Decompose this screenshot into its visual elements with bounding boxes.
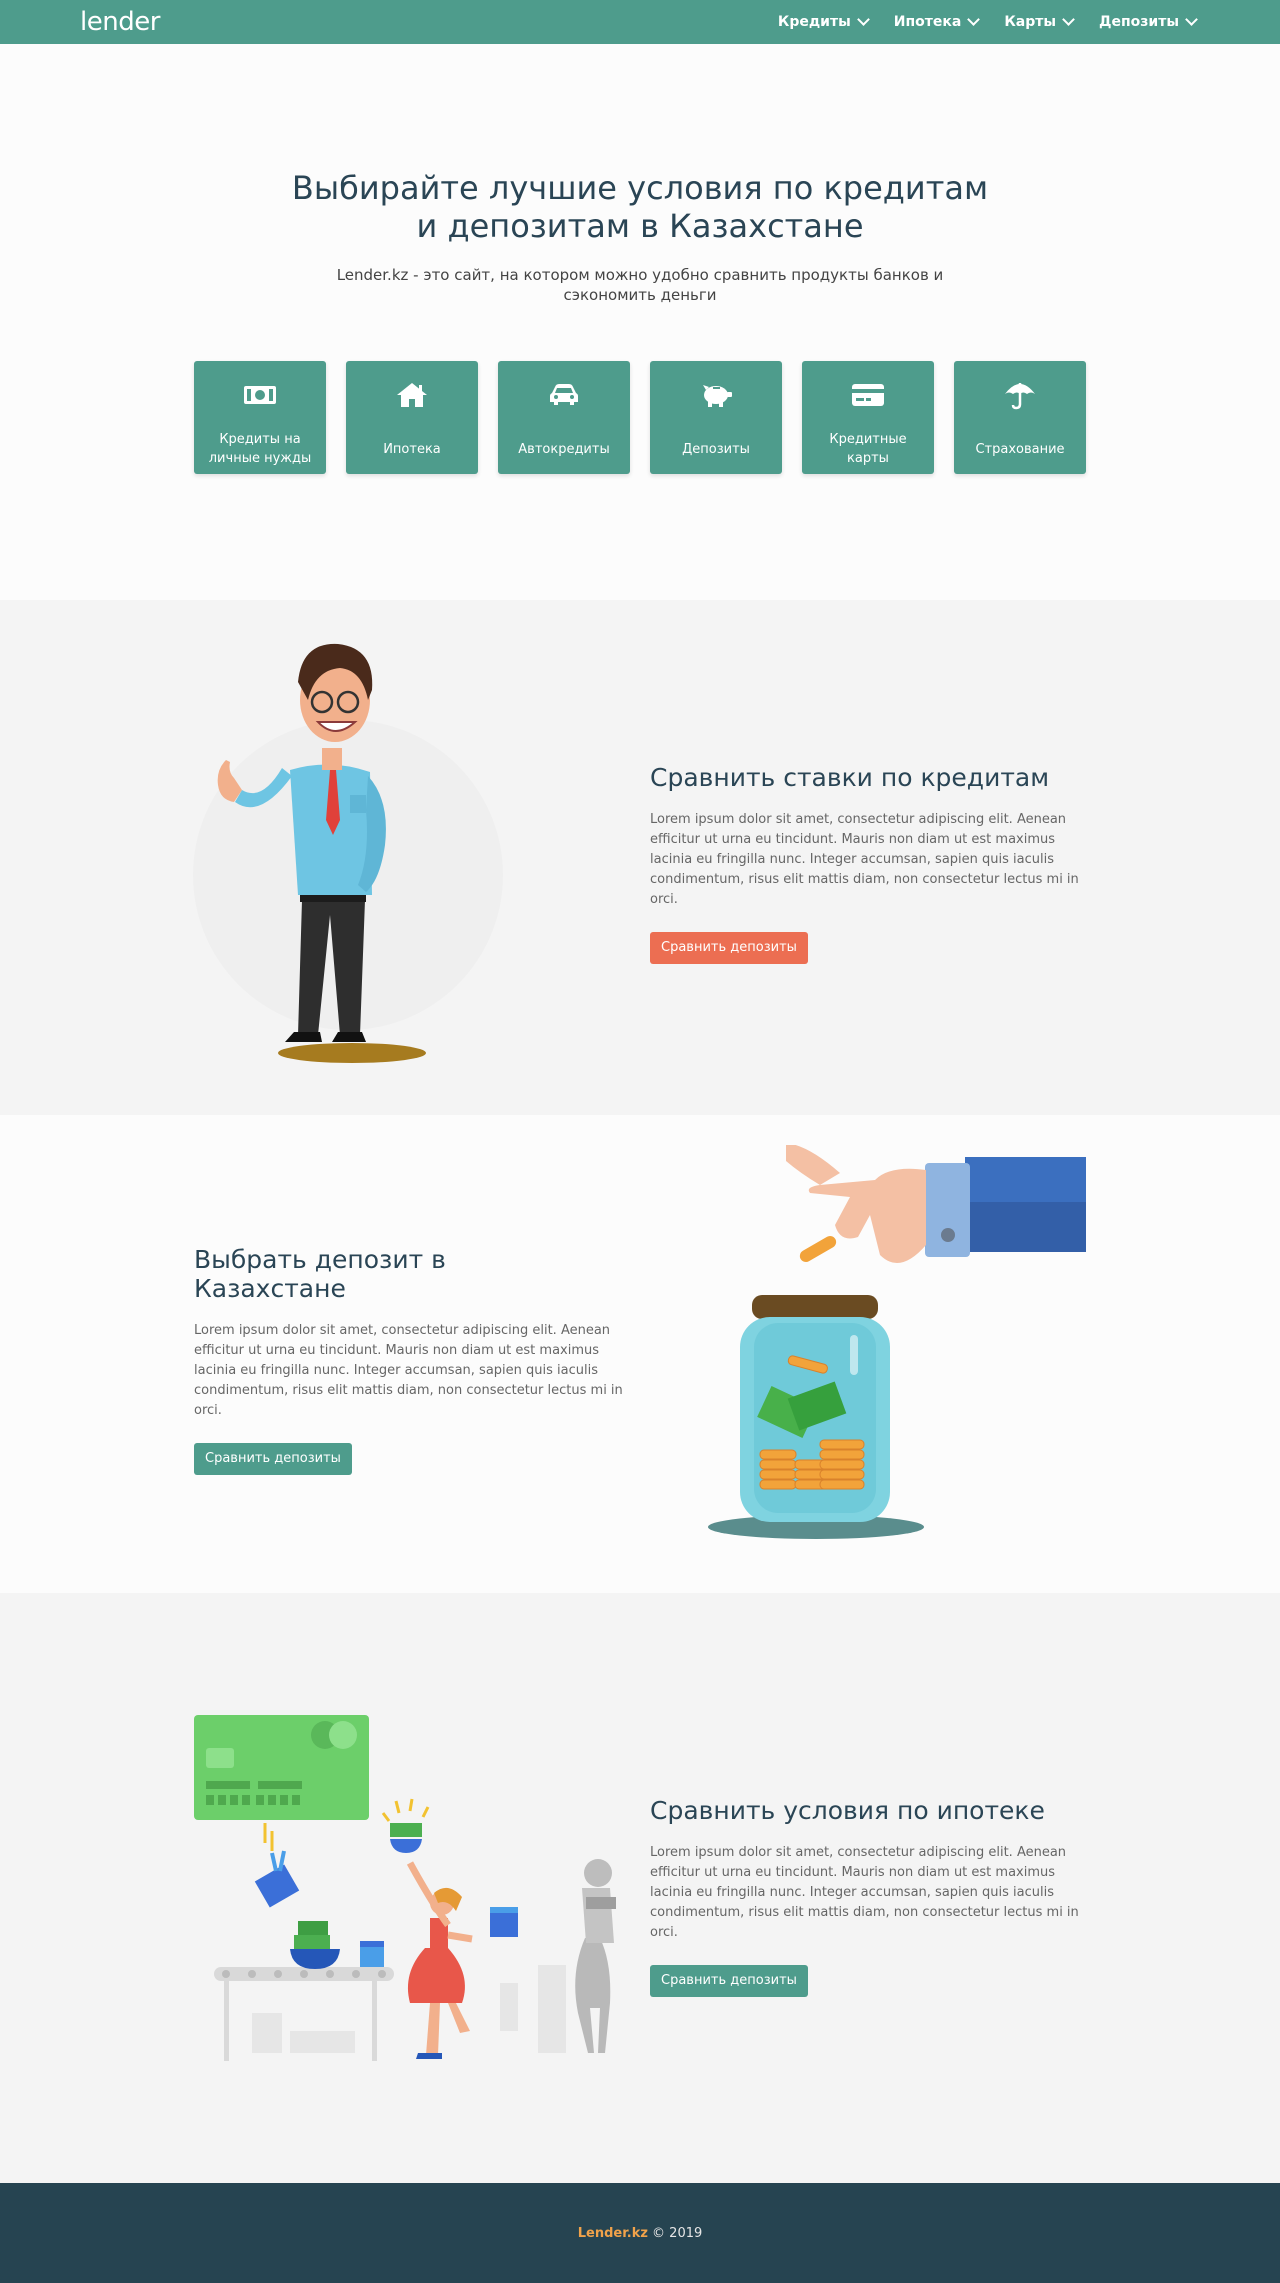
tile-credit-cards[interactable]: Кредитные карты (802, 361, 934, 474)
footer: Lender.kz © 2019 (0, 2183, 1280, 2283)
menu-item-label: Карты (1004, 14, 1057, 30)
logo[interactable]: lender (80, 7, 160, 37)
chevron-down-icon (1062, 13, 1075, 26)
tile-label: Автокредиты (518, 442, 610, 457)
menu-item-cards[interactable]: Карты (1004, 13, 1075, 30)
tile-insurance[interactable]: Страхование (954, 361, 1086, 474)
section-title: Сравнить условия по ипотеке (650, 1796, 1045, 1825)
menu-item-credits[interactable]: Кредиты (777, 13, 870, 30)
money-jar-illustration (700, 1143, 1090, 1565)
chevron-down-icon (967, 13, 981, 26)
tile-label: Кредиты на личные нужды (208, 432, 312, 466)
tile-label: Ипотека (383, 442, 441, 457)
money-icon (243, 380, 277, 410)
tile-car-loans[interactable]: Автокредиты (498, 361, 630, 474)
section-description: Lorem ipsum dolor sit amet, consectetur … (650, 812, 1079, 907)
section-title: Сравнить ставки по кредитам (650, 763, 1050, 792)
compare-deposits-button[interactable]: Сравнить депозиты (650, 1965, 808, 1997)
menu-item-mortgage[interactable]: Ипотека (893, 13, 981, 30)
compare-deposits-button[interactable]: Сравнить депозиты (194, 1443, 352, 1475)
tile-mortgage[interactable]: Ипотека (346, 361, 478, 474)
menu-item-label: Депозиты (1099, 14, 1179, 30)
section-text: Выбрать депозит в Казахстане Lorem ipsum… (194, 1245, 632, 1475)
section-deposits: Выбрать депозит в Казахстане Lorem ipsum… (0, 1115, 1280, 1593)
tile-label: Кредитные карты (829, 432, 907, 466)
menu-item-label: Кредиты (777, 14, 851, 30)
businessman-illustration (190, 630, 510, 1080)
hero-title: Выбирайте лучшие условия по кредитам и д… (291, 169, 989, 245)
chevron-down-icon (1185, 13, 1198, 26)
section-text: Сравнить условия по ипотеке Lorem ipsum … (650, 1796, 1082, 1997)
car-icon (549, 380, 579, 410)
section-text: Сравнить ставки по кредитам Lorem ipsum … (650, 763, 1082, 964)
tile-deposits[interactable]: Депозиты (650, 361, 782, 474)
tile-label: Депозиты (682, 442, 750, 457)
section-description: Lorem ipsum dolor sit amet, consectetur … (650, 1845, 1079, 1940)
tile-personal-loans[interactable]: Кредиты на личные нужды (194, 361, 326, 474)
section-description: Lorem ipsum dolor sit amet, consectetur … (194, 1323, 623, 1418)
tile-label: Страхование (975, 442, 1065, 457)
section-title: Выбрать депозит в Казахстане (194, 1245, 446, 1303)
compare-deposits-button[interactable]: Сравнить депозиты (650, 932, 808, 964)
credit-card-icon (851, 380, 885, 410)
umbrella-icon (1004, 380, 1036, 410)
piggy-bank-icon (699, 380, 733, 410)
hero-section: Выбирайте лучшие условия по кредитам и д… (0, 44, 1280, 600)
gifts-illustration (190, 1713, 640, 2063)
section-loans: Сравнить ставки по кредитам Lorem ipsum … (0, 600, 1280, 1115)
footer-copyright: © 2019 (647, 2225, 703, 2241)
product-tiles: Кредиты на личные нужды Ипотека Автокред… (0, 361, 1280, 474)
home-icon (396, 380, 428, 410)
hero-subtitle: Lender.kz - это сайт, на котором можно у… (336, 266, 944, 304)
top-navbar: lender Кредиты Ипотека Карты Депозиты (0, 0, 1280, 44)
menu-item-label: Ипотека (893, 14, 962, 30)
menu-item-deposits[interactable]: Депозиты (1099, 13, 1198, 30)
section-mortgage: Сравнить условия по ипотеке Lorem ipsum … (0, 1593, 1280, 2183)
chevron-down-icon (856, 13, 870, 26)
footer-brand-link[interactable]: Lender.kz (578, 2226, 648, 2241)
main-menu: Кредиты Ипотека Карты Депозиты (777, 13, 1200, 30)
